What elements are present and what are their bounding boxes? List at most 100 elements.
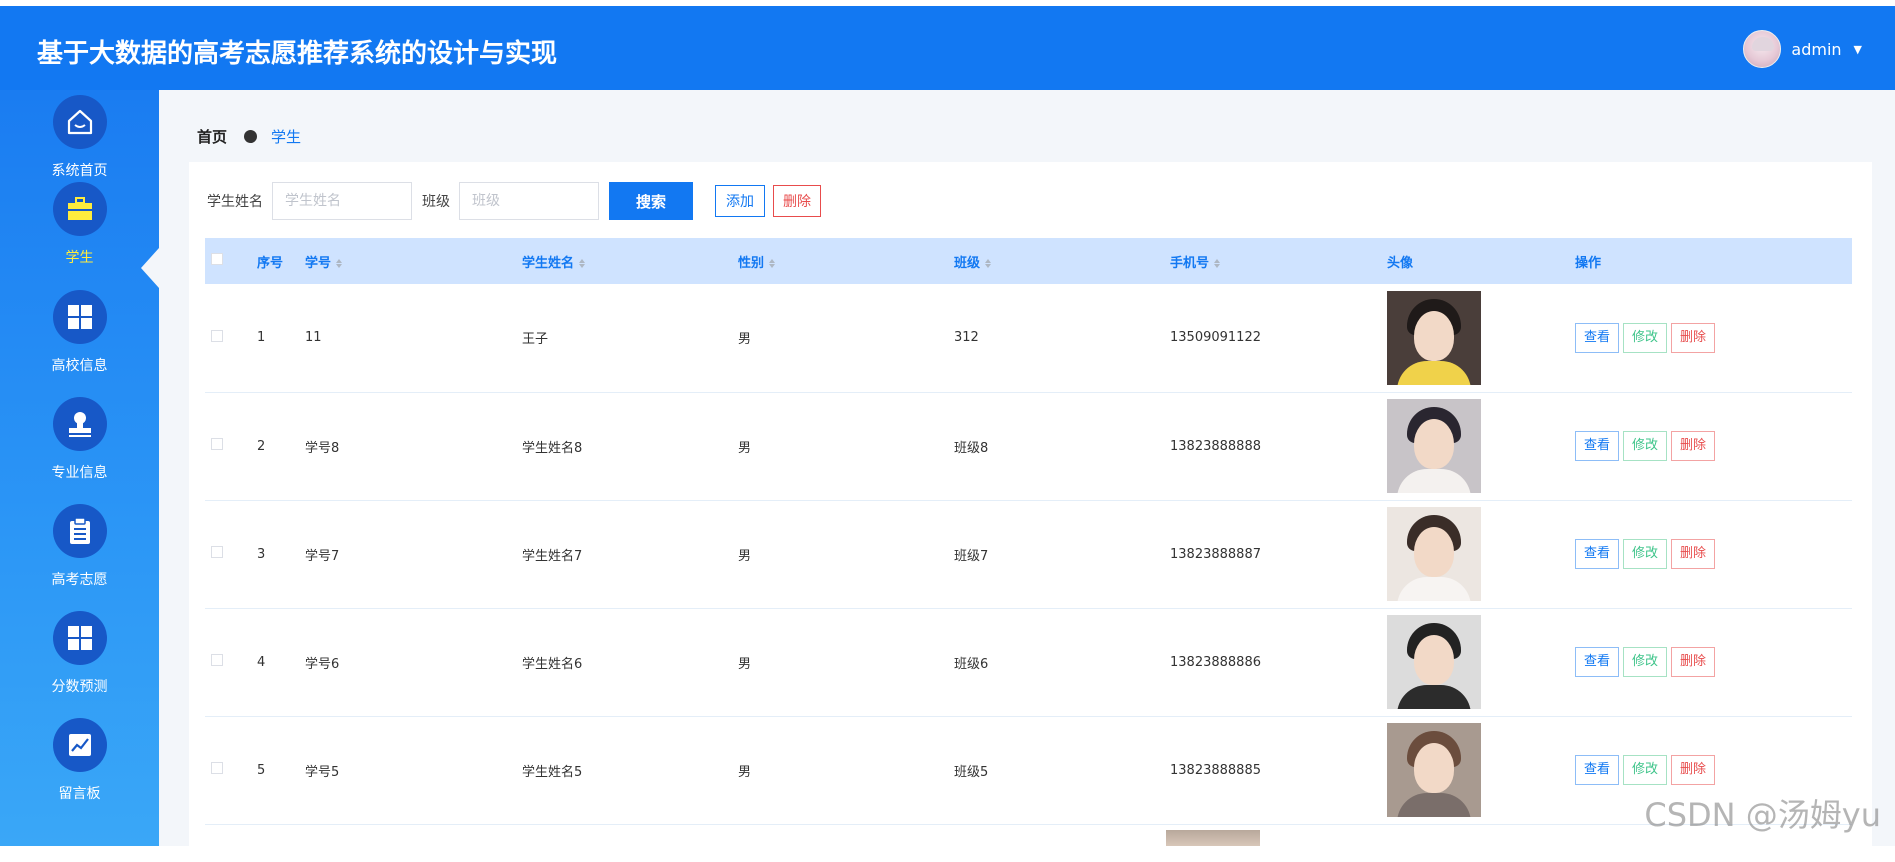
student-photo	[1387, 290, 1481, 385]
column-student-no[interactable]: 学号	[305, 238, 522, 284]
breadcrumb: 首页 学生	[197, 126, 301, 147]
cell-student-no: 11	[305, 284, 522, 393]
sort-icon[interactable]	[985, 258, 992, 268]
column-avatar: 头像	[1387, 238, 1575, 284]
sidebar-item-student[interactable]: 学生	[0, 182, 159, 278]
sidebar-item-majors[interactable]: 专业信息	[0, 397, 159, 493]
cell-index: 5	[257, 716, 305, 825]
sidebar-item-home[interactable]: 系统首页	[0, 95, 159, 191]
delete-button[interactable]: 删除	[1671, 755, 1716, 785]
student-table: 序号 学号 学生姓名 性别 班级 手机号 头像 操作 1 11 王子 男 312…	[205, 238, 1852, 825]
class-label: 班级	[422, 194, 450, 210]
row-checkbox[interactable]	[211, 654, 223, 666]
grid-icon	[52, 611, 107, 665]
view-button[interactable]: 查看	[1575, 755, 1620, 785]
active-indicator	[141, 248, 159, 288]
column-class[interactable]: 班级	[954, 238, 1170, 284]
cell-student-no: 学号5	[305, 716, 522, 825]
delete-button[interactable]: 删除	[1671, 431, 1716, 461]
cell-class: 班级6	[954, 608, 1170, 717]
briefcase-icon	[52, 182, 107, 236]
top-header: 基于大数据的高考志愿推荐系统的设计与实现 admin ▼	[0, 6, 1895, 90]
column-student-name[interactable]: 学生姓名	[522, 238, 738, 284]
cell-student-no: 学号8	[305, 392, 522, 501]
app-title: 基于大数据的高考志愿推荐系统的设计与实现	[37, 39, 558, 69]
sort-icon[interactable]	[769, 258, 776, 268]
sidebar-item-label: 学生	[65, 250, 94, 266]
sidebar-item-label: 高考志愿	[51, 572, 108, 588]
student-photo	[1387, 615, 1481, 709]
column-gender[interactable]: 性别	[738, 238, 954, 284]
row-checkbox[interactable]	[211, 329, 223, 342]
delete-button[interactable]: 删除	[1671, 539, 1716, 569]
column-phone[interactable]: 手机号	[1170, 238, 1387, 284]
sidebar: 系统首页 学生 高校信息 专业信息 高考志愿 分数预测 留言板	[0, 90, 159, 846]
column-index: 序号	[257, 238, 305, 284]
cell-index: 2	[257, 392, 305, 501]
sidebar-item-colleges[interactable]: 高校信息	[0, 290, 159, 386]
table-row: 1 11 王子 男 312 13509091122 查看 修改 删除	[205, 284, 1852, 393]
row-checkbox[interactable]	[211, 762, 223, 774]
cell-index: 3	[257, 500, 305, 609]
cell-class: 班级7	[954, 500, 1170, 609]
breadcrumb-current: 学生	[271, 128, 302, 146]
student-name-input[interactable]	[272, 182, 412, 220]
sidebar-item-label: 专业信息	[51, 465, 108, 481]
cell-phone: 13823888887	[1170, 500, 1387, 609]
cell-student-name: 学生姓名8	[522, 392, 738, 501]
name-label: 学生姓名	[207, 194, 263, 210]
add-button[interactable]: 添加	[715, 185, 765, 217]
grid-icon	[52, 290, 107, 344]
user-avatar[interactable]	[1743, 30, 1782, 68]
header-checkbox-cell	[205, 238, 257, 284]
search-button[interactable]: 搜索	[609, 182, 693, 220]
main-content: 首页 学生 学生姓名 班级 搜索 添加 删除 序号 学号 学生姓名 性别 班级	[159, 90, 1895, 862]
sort-icon[interactable]	[579, 258, 586, 268]
edit-button[interactable]: 修改	[1623, 322, 1668, 353]
sidebar-item-score-prediction[interactable]: 分数预测	[0, 611, 159, 707]
home-icon	[52, 95, 107, 149]
table-row: 3 学号7 学生姓名7 男 班级7 13823888887 查看 修改 删除	[205, 500, 1852, 609]
username[interactable]: admin	[1791, 40, 1841, 59]
cell-student-name: 王子	[522, 284, 738, 393]
cell-phone: 13823888886	[1170, 608, 1387, 717]
class-input[interactable]	[459, 182, 599, 220]
row-checkbox[interactable]	[211, 546, 223, 558]
sidebar-item-label: 留言板	[58, 786, 101, 802]
sidebar-item-message-board[interactable]: 留言板	[0, 718, 159, 814]
edit-button[interactable]: 修改	[1623, 647, 1668, 677]
edit-button[interactable]: 修改	[1623, 431, 1668, 461]
sort-icon[interactable]	[336, 258, 343, 268]
watermark: CSDN @汤姆yu	[1644, 796, 1881, 834]
student-photo	[1387, 399, 1481, 493]
sort-icon[interactable]	[1214, 258, 1221, 268]
delete-button[interactable]: 删除	[1671, 647, 1716, 677]
sidebar-item-label: 高校信息	[51, 358, 108, 374]
sidebar-item-label: 分数预测	[51, 679, 108, 695]
cell-index: 4	[257, 608, 305, 717]
cell-phone: 13823888885	[1170, 716, 1387, 825]
edit-button[interactable]: 修改	[1623, 539, 1668, 569]
cell-gender: 男	[738, 608, 954, 717]
stamp-icon	[52, 397, 107, 451]
batch-delete-button[interactable]: 删除	[773, 185, 821, 217]
user-menu[interactable]: admin ▼	[1743, 29, 1862, 69]
select-all-checkbox[interactable]	[211, 253, 223, 265]
view-button[interactable]: 查看	[1575, 647, 1620, 677]
edit-button[interactable]: 修改	[1623, 755, 1668, 785]
cell-gender: 男	[738, 392, 954, 501]
view-button[interactable]: 查看	[1575, 539, 1620, 569]
view-button[interactable]: 查看	[1575, 431, 1620, 461]
row-checkbox[interactable]	[211, 438, 223, 450]
sidebar-item-label: 系统首页	[51, 163, 108, 179]
cell-gender: 男	[738, 500, 954, 609]
view-button[interactable]: 查看	[1575, 322, 1620, 353]
breadcrumb-home[interactable]: 首页	[197, 126, 227, 147]
column-actions: 操作	[1575, 238, 1852, 284]
search-bar: 学生姓名 班级 搜索 添加 删除	[207, 182, 821, 220]
caret-down-icon[interactable]: ▼	[1854, 43, 1862, 56]
table-row: 2 学号8 学生姓名8 男 班级8 13823888888 查看 修改 删除	[205, 392, 1852, 501]
cell-phone: 13509091122	[1170, 284, 1387, 393]
delete-button[interactable]: 删除	[1671, 322, 1716, 353]
sidebar-item-applications[interactable]: 高考志愿	[0, 504, 159, 600]
